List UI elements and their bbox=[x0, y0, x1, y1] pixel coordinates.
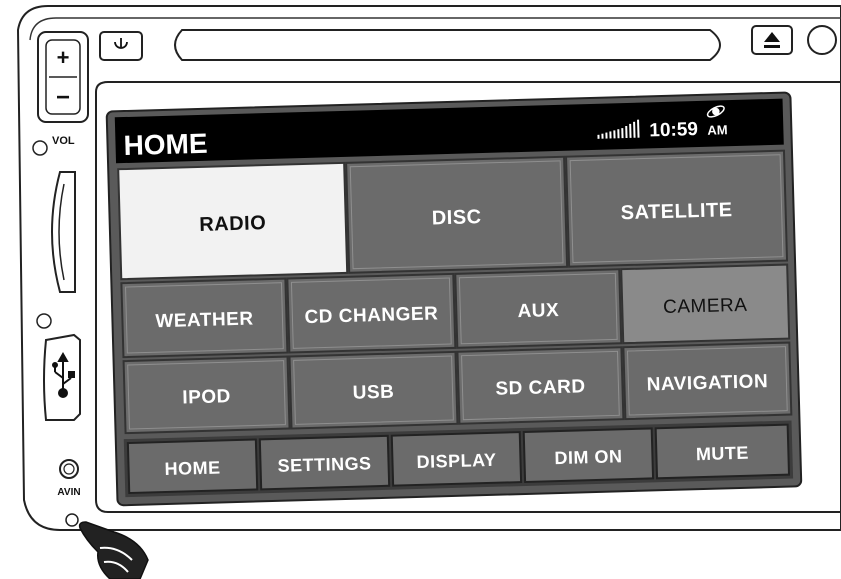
home-tab-button[interactable]: HOME bbox=[126, 438, 259, 495]
satellite-button-label: SATELLITE bbox=[620, 199, 732, 224]
settings-button[interactable]: SETTINGS bbox=[258, 434, 391, 491]
home-tab-label: HOME bbox=[164, 457, 221, 479]
usb-button-label: USB bbox=[352, 382, 394, 404]
volume-rocker[interactable]: + − bbox=[37, 31, 89, 123]
avin-label: AVIN bbox=[57, 487, 80, 498]
weather-button[interactable]: WEATHER bbox=[120, 277, 289, 359]
dim-on-button-label: DIM ON bbox=[554, 446, 623, 468]
right-knob[interactable] bbox=[807, 25, 837, 55]
radio-button[interactable]: RADIO bbox=[117, 161, 349, 281]
usb-port[interactable] bbox=[43, 333, 81, 421]
display-screen: HOME 10:59 AM RADIO DISC SATELLITE WEATH… bbox=[105, 91, 803, 507]
ir-sensor bbox=[65, 513, 79, 527]
camera-button[interactable]: CAMERA bbox=[620, 263, 791, 345]
screen-title: HOME bbox=[123, 128, 208, 161]
radio-button-label: RADIO bbox=[199, 212, 267, 236]
head-unit-illustration: + − VOL AVIN HOME 10:59 AM RADIO DISC SA… bbox=[16, 5, 841, 579]
mic-hole bbox=[32, 140, 48, 156]
camera-button-label: CAMERA bbox=[663, 295, 748, 318]
sd-card-button-label: SD CARD bbox=[495, 376, 586, 400]
navigation-button[interactable]: NAVIGATION bbox=[622, 341, 793, 421]
navigation-button-label: NAVIGATION bbox=[646, 371, 768, 395]
vol-plus-label: + bbox=[57, 45, 70, 70]
display-button-label: DISPLAY bbox=[416, 450, 496, 472]
mute-button-label: MUTE bbox=[696, 443, 750, 464]
aux-button-label: AUX bbox=[517, 300, 559, 322]
clock-time: 10:59 bbox=[649, 119, 698, 141]
dim-on-button[interactable]: DIM ON bbox=[522, 427, 655, 484]
vol-label: VOL bbox=[52, 135, 75, 147]
display-button[interactable]: DISPLAY bbox=[390, 431, 523, 487]
ipod-button[interactable]: IPOD bbox=[122, 355, 291, 435]
sd-card-button[interactable]: SD CARD bbox=[456, 346, 625, 425]
disc-button-label: DISC bbox=[432, 206, 482, 229]
clock-ampm: AM bbox=[707, 122, 728, 138]
mute-button[interactable]: MUTE bbox=[654, 423, 791, 480]
weather-button-label: WEATHER bbox=[155, 308, 254, 332]
vol-minus-label: − bbox=[56, 84, 70, 111]
ipod-button-label: IPOD bbox=[182, 386, 231, 408]
aux-button[interactable]: AUX bbox=[454, 268, 623, 349]
disc-slot bbox=[174, 29, 721, 61]
settings-button-label: SETTINGS bbox=[277, 453, 372, 476]
disc-button[interactable]: DISC bbox=[345, 155, 569, 274]
reset-hole bbox=[36, 313, 52, 329]
satellite-button[interactable]: SATELLITE bbox=[565, 149, 789, 268]
cd-changer-button-label: CD CHANGER bbox=[304, 303, 438, 328]
cd-changer-button[interactable]: CD CHANGER bbox=[286, 272, 457, 354]
usb-button[interactable]: USB bbox=[288, 350, 459, 430]
sd-card-slot bbox=[51, 171, 76, 293]
